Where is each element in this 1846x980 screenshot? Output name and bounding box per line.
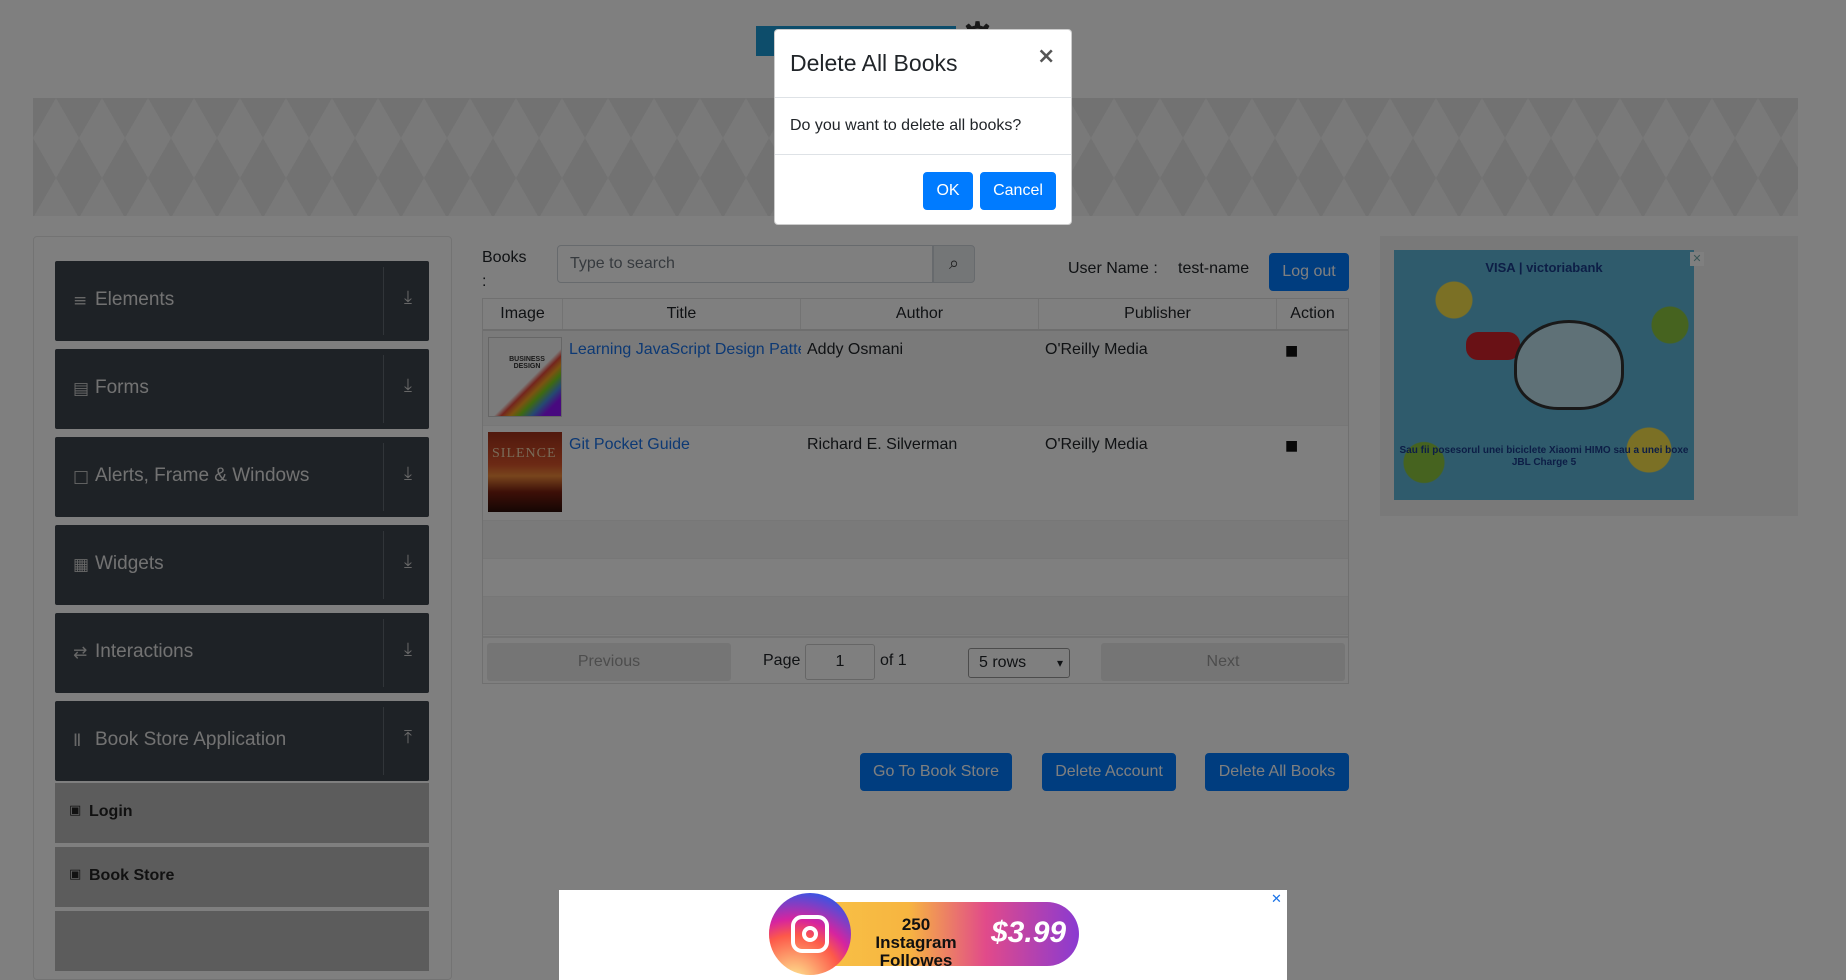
ok-button[interactable]: OK [923, 172, 973, 210]
camera-icon [791, 915, 829, 953]
modal-body-text: Do you want to delete all books? [790, 117, 1022, 134]
ad-banner-pill[interactable]: 250 Instagram Followes $3.99 [769, 893, 1079, 975]
modal-title: Delete All Books [790, 50, 958, 76]
modal-header: Delete All Books × [775, 30, 1071, 98]
ad-text: 250 Instagram Followes [875, 915, 957, 970]
ad-price: $3.99 [991, 916, 1067, 949]
advertisement-bottom[interactable]: 250 Instagram Followes $3.99 ✕ [559, 890, 1287, 980]
close-icon[interactable]: × [1037, 44, 1055, 69]
delete-all-books-modal: Delete All Books × Do you want to delete… [774, 29, 1072, 225]
cancel-button[interactable]: Cancel [980, 172, 1056, 210]
close-icon[interactable]: ✕ [1271, 892, 1282, 907]
modal-footer: OK Cancel [775, 154, 1071, 224]
instagram-icon [769, 893, 851, 975]
